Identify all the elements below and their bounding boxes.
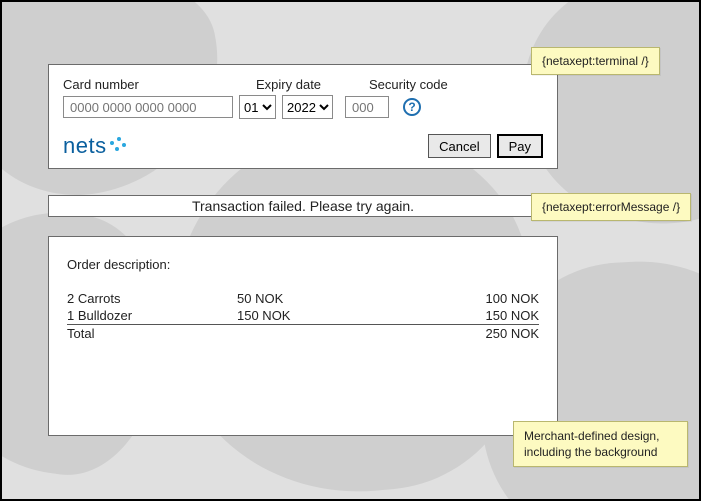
card-number-input[interactable] bbox=[63, 96, 233, 118]
cancel-button[interactable]: Cancel bbox=[428, 134, 490, 158]
callout-terminal: {netaxept:terminal /} bbox=[531, 47, 660, 75]
callout-merchant: Merchant-defined design, including the b… bbox=[513, 421, 688, 467]
line-total: 100 NOK bbox=[437, 290, 539, 307]
nets-logo-text: nets bbox=[63, 133, 107, 159]
table-row: 1 Bulldozer 150 NOK 150 NOK bbox=[67, 307, 539, 325]
page-frame: Card number Expiry date Security code 01… bbox=[0, 0, 701, 501]
nets-logo: nets bbox=[63, 133, 128, 159]
expiry-year-select[interactable]: 2022 bbox=[282, 95, 333, 119]
card-number-label: Card number bbox=[63, 77, 238, 92]
error-message-bar: Transaction failed. Please try again. bbox=[48, 195, 558, 217]
expiry-month-select[interactable]: 01 bbox=[239, 95, 276, 119]
table-row: 2 Carrots 50 NOK 100 NOK bbox=[67, 290, 539, 307]
line-unit: 150 NOK bbox=[237, 307, 437, 325]
order-title: Order description: bbox=[67, 257, 539, 272]
line-desc: 1 Bulldozer bbox=[67, 307, 237, 325]
pay-button[interactable]: Pay bbox=[497, 134, 543, 158]
order-table: 2 Carrots 50 NOK 100 NOK 1 Bulldozer 150… bbox=[67, 290, 539, 342]
nets-logo-dots-icon bbox=[110, 137, 128, 155]
line-unit: 50 NOK bbox=[237, 290, 437, 307]
terminal-panel: Card number Expiry date Security code 01… bbox=[48, 64, 558, 169]
expiry-date-label: Expiry date bbox=[256, 77, 351, 92]
security-code-input[interactable] bbox=[345, 96, 389, 118]
help-icon[interactable]: ? bbox=[403, 98, 421, 116]
security-code-label: Security code bbox=[369, 77, 479, 92]
order-panel: Order description: 2 Carrots 50 NOK 100 … bbox=[48, 236, 558, 436]
table-total-row: Total 250 NOK bbox=[67, 325, 539, 343]
line-desc: 2 Carrots bbox=[67, 290, 237, 307]
total-value: 250 NOK bbox=[437, 325, 539, 343]
total-label: Total bbox=[67, 325, 237, 343]
line-total: 150 NOK bbox=[437, 307, 539, 325]
callout-error: {netaxept:errorMessage /} bbox=[531, 193, 691, 221]
error-message-text: Transaction failed. Please try again. bbox=[192, 198, 414, 214]
